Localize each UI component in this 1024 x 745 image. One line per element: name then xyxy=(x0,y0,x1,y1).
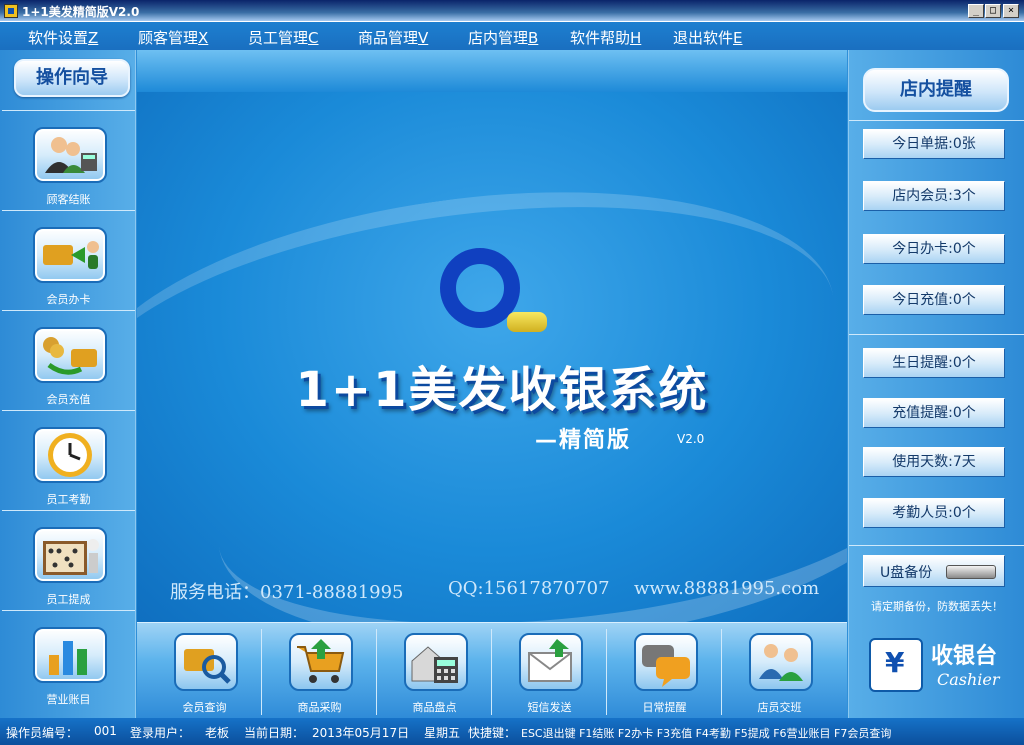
staff-handover-icon xyxy=(749,633,813,691)
right-panel: 店内提醒 今日单据:0张 店内会员:3个 今日办卡:0个 今日充值:0个 生日提… xyxy=(848,50,1024,718)
divider xyxy=(849,334,1024,335)
product-inventory-button[interactable]: 商品盘点 xyxy=(377,629,492,715)
sms-send-label: 短信发送 xyxy=(527,701,572,714)
daily-reminder-button[interactable]: 日常提醒 xyxy=(607,629,722,715)
cashier-icon xyxy=(869,638,923,692)
customer-checkout-button[interactable]: 顾客结账 xyxy=(2,110,135,210)
divider xyxy=(849,545,1024,546)
staff-attendance-button[interactable]: 员工考勤 xyxy=(2,410,135,510)
member-search-icon xyxy=(174,633,238,691)
website-url: www.88881995.com xyxy=(634,578,820,599)
attendance-staff-button[interactable]: 考勤人员:0个 xyxy=(863,498,1005,528)
backup-note: 请定期备份，防数据丢失！ xyxy=(871,600,1003,613)
birthday-reminder-button[interactable]: 生日提醒:0个 xyxy=(863,348,1005,378)
staff-commission-button[interactable]: 员工提成 xyxy=(2,510,135,610)
service-phone: 服务电话：0371-88881995 xyxy=(170,582,404,603)
app-icon xyxy=(4,4,18,18)
bottom-toolbar: 会员查询 商品采购 商品盘点 短信发送 日常提醒 店员交班 xyxy=(137,622,847,718)
product-purchase-button[interactable]: 商品采购 xyxy=(262,629,377,715)
weekday-value: 星期五 xyxy=(424,726,461,740)
menu-exit-software[interactable]: 退出软件E xyxy=(673,27,743,48)
shortcuts-list: ESC退出键 F1结账 F2办卡 F3充值 F4考勤 F5提成 F6营业账目 F… xyxy=(521,727,892,740)
staff-commission-label: 员工提成 xyxy=(46,593,91,606)
shopping-cart-icon xyxy=(289,633,353,691)
member-card-button[interactable]: 会员办卡 xyxy=(2,210,135,310)
close-button[interactable]: × xyxy=(1003,4,1019,18)
menu-store-management[interactable]: 店内管理B xyxy=(468,27,538,48)
left-panel: 操作向导 顾客结账 会员办卡 会员充值 员工考勤 员工提成 营业账目 xyxy=(0,50,136,718)
product-purchase-label: 商品采购 xyxy=(297,701,342,714)
product-inventory-label: 商品盘点 xyxy=(412,701,457,714)
operator-id-label: 操作员编号： xyxy=(6,726,79,740)
status-bar: 操作员编号： 001 登录用户： 老板 当前日期： 2013年05月17日 星期… xyxy=(0,718,1024,745)
menu-bar: 软件设置Z 顾客管理X 员工管理C 商品管理V 店内管理B 软件帮助H 退出软件… xyxy=(0,22,1024,50)
product-title: 1+1美发收银系统 xyxy=(295,362,709,418)
member-recharge-icon xyxy=(33,327,107,383)
edition-subtitle: —精简版 xyxy=(535,428,632,453)
member-card-icon xyxy=(33,227,107,283)
staff-attendance-label: 员工考勤 xyxy=(46,493,91,506)
divider xyxy=(849,120,1024,121)
usb-backup-button[interactable]: U盘备份 xyxy=(863,555,1005,587)
member-search-button[interactable]: 会员查询 xyxy=(147,629,262,715)
operator-id-value: 001 xyxy=(94,724,117,738)
envelope-icon xyxy=(519,633,583,691)
shortcuts-label: 快捷键： xyxy=(468,726,517,740)
menu-software-help[interactable]: 软件帮助H xyxy=(570,27,641,48)
usb-drive-icon xyxy=(946,565,996,579)
login-user-value: 老板 xyxy=(205,726,230,740)
store-reminder-title: 店内提醒 xyxy=(863,68,1009,112)
cashier-cn-label: 收银台 xyxy=(931,644,998,669)
today-cards-button[interactable]: 今日办卡:0个 xyxy=(863,234,1005,264)
window-title: 1+1美发精简版V2.0 xyxy=(22,5,140,19)
member-recharge-label: 会员充值 xyxy=(46,393,91,406)
minimize-button[interactable]: _ xyxy=(968,4,984,18)
today-receipts-button[interactable]: 今日单据:0张 xyxy=(863,129,1005,159)
store-members-button[interactable]: 店内会员:3个 xyxy=(863,181,1005,211)
staff-handover-label: 店员交班 xyxy=(757,701,802,714)
member-recharge-button[interactable]: 会员充值 xyxy=(2,310,135,410)
bar-chart-icon xyxy=(33,627,107,683)
staff-handover-button[interactable]: 店员交班 xyxy=(722,629,837,715)
current-date-label: 当前日期： xyxy=(244,726,305,740)
operation-guide-title: 操作向导 xyxy=(14,59,130,97)
clock-icon xyxy=(33,427,107,483)
inventory-calculator-icon xyxy=(404,633,468,691)
menu-software-settings[interactable]: 软件设置Z xyxy=(28,27,98,48)
usb-backup-label: U盘备份 xyxy=(880,565,933,581)
today-recharge-button[interactable]: 今日充值:0个 xyxy=(863,285,1005,315)
version-label: V2.0 xyxy=(677,432,705,446)
q-logo-tail-icon xyxy=(507,312,547,332)
member-search-label: 会员查询 xyxy=(182,701,227,714)
member-card-label: 会员办卡 xyxy=(46,293,91,306)
business-accounts-label: 营业账目 xyxy=(46,693,91,706)
app-window: 1+1美发精简版V2.0 _ □ × 软件设置Z 顾客管理X 员工管理C 商品管… xyxy=(0,0,1024,745)
customer-checkout-label: 顾客结账 xyxy=(46,193,91,206)
sms-send-button[interactable]: 短信发送 xyxy=(492,629,607,715)
usage-days-button[interactable]: 使用天数:7天 xyxy=(863,447,1005,477)
login-user-label: 登录用户： xyxy=(130,726,191,740)
recharge-reminder-button[interactable]: 充值提醒:0个 xyxy=(863,398,1005,428)
menu-product-management[interactable]: 商品管理V xyxy=(358,27,428,48)
qq-number: QQ:15617870707 xyxy=(448,578,610,599)
menu-customer-management[interactable]: 顾客管理X xyxy=(138,27,208,48)
chat-bubble-icon xyxy=(634,633,698,691)
title-bar: 1+1美发精简版V2.0 _ □ × xyxy=(0,0,1024,22)
business-accounts-button[interactable]: 营业账目 xyxy=(2,610,135,710)
main-banner: 1+1美发收银系统 —精简版 V2.0 服务电话：0371-88881995 Q… xyxy=(137,50,847,622)
menu-staff-management[interactable]: 员工管理C xyxy=(248,27,319,48)
daily-reminder-label: 日常提醒 xyxy=(642,701,687,714)
current-date-value: 2013年05月17日 xyxy=(312,726,410,740)
cashier-logo: 收银台 Cashier xyxy=(869,636,1009,694)
cashier-en-label: Cashier xyxy=(937,670,1000,689)
customer-checkout-icon xyxy=(33,127,107,183)
banner-top-strip xyxy=(137,50,847,92)
maximize-button[interactable]: □ xyxy=(985,4,1001,18)
abacus-icon xyxy=(33,527,107,583)
